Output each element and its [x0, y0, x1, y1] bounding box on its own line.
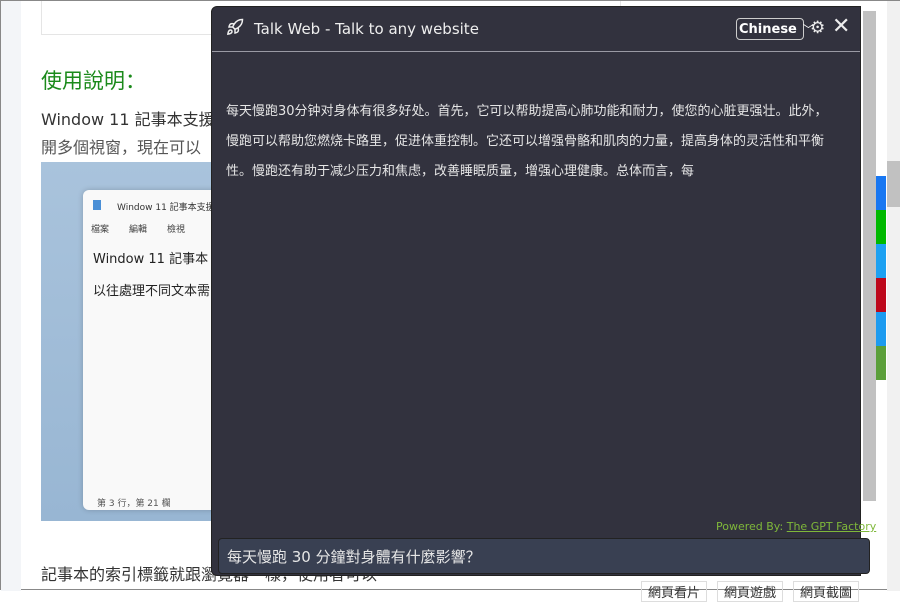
social-button-more[interactable]: [876, 346, 886, 380]
page-scrollbar-thumb[interactable]: [887, 161, 900, 207]
language-select[interactable]: Chinese ﹀: [736, 18, 814, 40]
tab-games[interactable]: 網頁遊戲: [717, 581, 784, 602]
powered-by: Powered By: The GPT Factory: [716, 520, 876, 533]
page-left-margin: [1, 1, 21, 591]
article-screenshot: Window 11 記事本支援索 檔案 編輯 檢視 Window 11 記事本 …: [41, 162, 221, 521]
bottom-tabs: 網頁看片 網頁遊戲 網頁截圖: [641, 581, 860, 602]
gpt-factory-link[interactable]: The GPT Factory: [787, 520, 877, 533]
notepad-line-2: 以往處理不同文本需: [93, 284, 211, 299]
notepad-icon: [93, 200, 101, 210]
section-heading: 使用說明：: [41, 69, 146, 93]
panel-title: Talk Web - Talk to any website: [254, 20, 479, 38]
notepad-tab-title: Window 11 記事本支援索: [117, 203, 221, 213]
social-button-line[interactable]: [876, 210, 886, 244]
language-value: Chinese: [739, 21, 797, 37]
question-input[interactable]: [218, 538, 870, 574]
talk-web-panel: Talk Web - Talk to any website Chinese ﹀…: [211, 6, 861, 576]
social-button-twitter[interactable]: [876, 244, 886, 278]
social-button-facebook[interactable]: [876, 176, 886, 210]
notepad-window: Window 11 記事本支援索 檔案 編輯 檢視 Window 11 記事本 …: [83, 190, 221, 510]
article-line-1: Window 11 記事本支援: [41, 110, 215, 129]
notepad-menu-view: 檢視: [167, 225, 186, 235]
notepad-line-1: Window 11 記事本: [93, 252, 209, 267]
tab-video[interactable]: 網頁看片: [641, 581, 708, 602]
rocket-icon: [226, 18, 244, 40]
powered-by-label: Powered By:: [716, 520, 787, 533]
panel-scrollbar[interactable]: [863, 11, 876, 501]
article-line-2: 開多個視窗，現在可以: [41, 138, 202, 157]
notepad-menu-edit: 編輯: [129, 225, 148, 235]
close-icon[interactable]: ✕: [832, 14, 850, 39]
answer-text: 每天慢跑30分钟对身体有很多好处。首先，它可以帮助提高心肺功能和耐力，使您的心脏…: [226, 104, 828, 179]
social-button-pinterest[interactable]: [876, 278, 886, 312]
notepad-status: 第 3 行，第 21 欄: [97, 499, 171, 509]
notepad-menu-file: 檔案: [91, 225, 110, 235]
social-button-share[interactable]: [876, 312, 886, 346]
tab-screenshot[interactable]: 網頁截圖: [793, 581, 860, 602]
gear-icon[interactable]: ⚙: [810, 18, 825, 38]
page-scrollbar[interactable]: [887, 1, 900, 591]
